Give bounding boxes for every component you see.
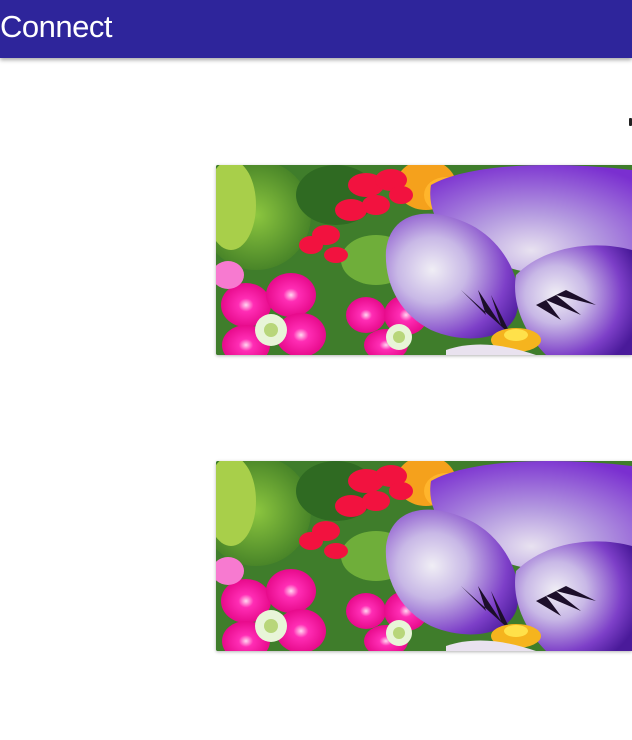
flower-image-card[interactable] bbox=[216, 165, 632, 355]
connect-screen: Connect bbox=[0, 0, 632, 740]
app-bar: Connect bbox=[0, 0, 632, 58]
flower-photo bbox=[216, 165, 632, 355]
flower-image-card[interactable] bbox=[216, 461, 632, 651]
app-title: Connect bbox=[0, 9, 112, 44]
flower-photo bbox=[216, 461, 632, 651]
